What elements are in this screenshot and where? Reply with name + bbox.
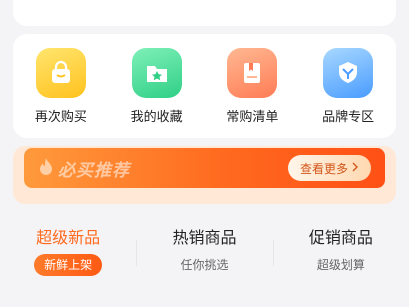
- top-card: [13, 0, 396, 26]
- tab-subtitle: 超级划算: [316, 258, 365, 272]
- shield-badge-icon: [323, 48, 374, 98]
- list-book-icon: [227, 48, 278, 98]
- tab-subtitle: 新鲜上架: [34, 254, 103, 276]
- view-more-label: 查看更多: [299, 161, 348, 176]
- shopping-bag-icon: [35, 48, 86, 98]
- shortcut-card: 再次购买 我的收藏 常购清单 品牌专区: [13, 34, 396, 138]
- shortcut-label: 我的收藏: [130, 110, 183, 125]
- tab-subtitle: 任你挑选: [180, 258, 229, 272]
- view-more-button[interactable]: 查看更多: [287, 155, 371, 181]
- shortcut-label: 常购清单: [226, 110, 279, 125]
- tab-new-products[interactable]: 超级新品 新鲜上架: [0, 226, 136, 286]
- tab-title: 超级新品: [36, 228, 101, 247]
- shortcut-label: 品牌专区: [322, 110, 375, 125]
- shortcut-brand-zone[interactable]: 品牌专区: [308, 48, 388, 125]
- star-folder-icon: [131, 48, 182, 98]
- flame-icon: [38, 157, 54, 179]
- tab-title: 促销商品: [308, 228, 373, 247]
- chevron-right-icon: [351, 161, 359, 175]
- tab-hot-products[interactable]: 热销商品 任你挑选: [136, 226, 272, 286]
- tab-promo-products[interactable]: 促销商品 超级划算: [272, 226, 409, 286]
- shortcut-frequent-list[interactable]: 常购清单: [212, 48, 292, 125]
- product-tabs: 超级新品 新鲜上架 热销商品 任你挑选 促销商品 超级划算: [0, 226, 409, 286]
- shortcut-buy-again[interactable]: 再次购买: [21, 48, 101, 125]
- recommend-banner[interactable]: 必买推荐 查看更多: [24, 148, 385, 188]
- shortcut-favorites[interactable]: 我的收藏: [117, 48, 197, 125]
- tab-title: 热销商品: [172, 228, 237, 247]
- shortcut-label: 再次购买: [34, 110, 87, 125]
- banner-title: 必买推荐: [58, 160, 130, 181]
